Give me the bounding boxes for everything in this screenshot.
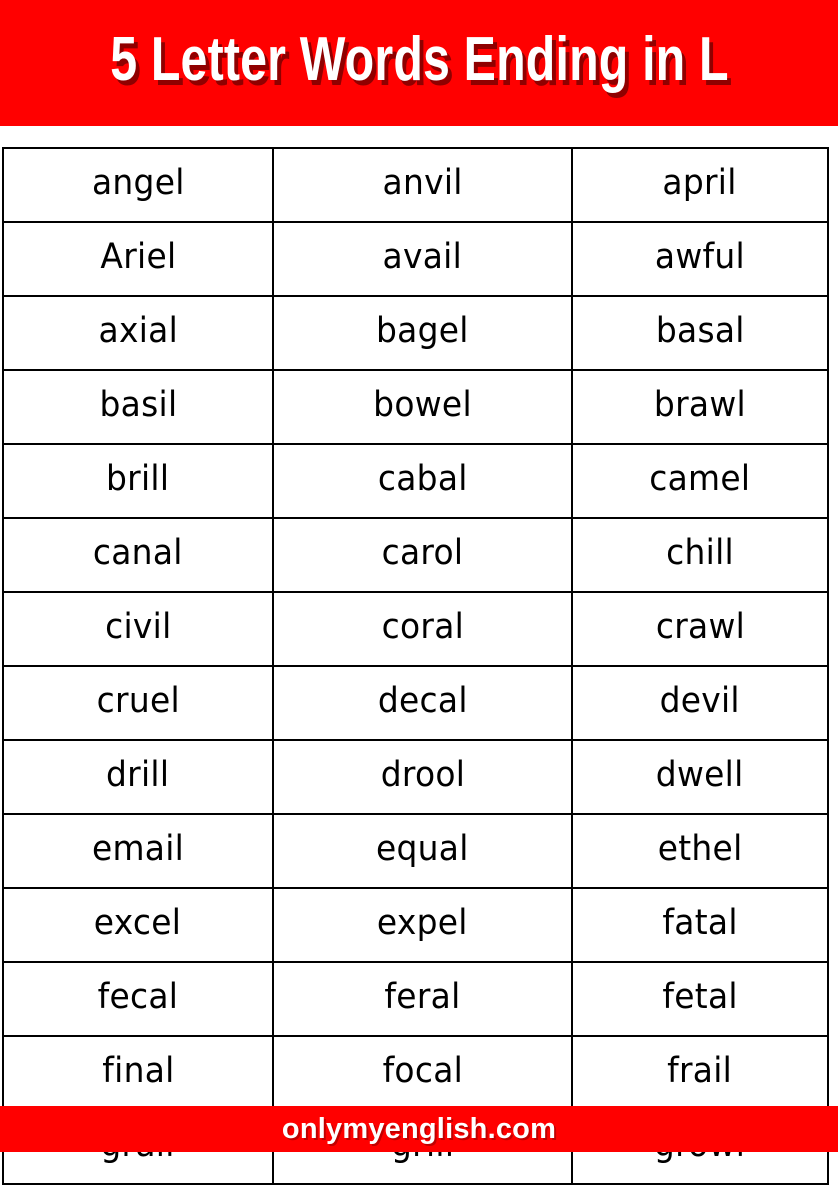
word-cell: avail bbox=[272, 221, 573, 297]
word-text: civil bbox=[104, 607, 172, 647]
word-cell: focal bbox=[272, 1035, 573, 1111]
word-text: bagel bbox=[376, 311, 469, 351]
word-cell: canal bbox=[2, 517, 274, 593]
word-text: crawl bbox=[655, 607, 745, 647]
table-row: excel expel fatal bbox=[2, 887, 829, 963]
word-text: devil bbox=[659, 681, 741, 721]
word-cell: bagel bbox=[272, 295, 573, 371]
word-text: fetal bbox=[662, 977, 738, 1017]
word-text: april bbox=[662, 163, 738, 203]
word-text: decal bbox=[377, 681, 468, 721]
word-cell: frail bbox=[571, 1035, 829, 1111]
word-cell: anvil bbox=[272, 147, 573, 223]
table-row: email equal ethel bbox=[2, 813, 829, 889]
word-text: brill bbox=[106, 459, 170, 499]
table-row: basil bowel brawl bbox=[2, 369, 829, 445]
table-row: final focal frail bbox=[2, 1035, 829, 1111]
word-text: coral bbox=[381, 607, 464, 647]
word-cell: ethel bbox=[571, 813, 829, 889]
word-text: awful bbox=[654, 237, 746, 277]
word-text: angel bbox=[91, 163, 185, 203]
word-cell: angel bbox=[2, 147, 274, 223]
word-cell: awful bbox=[571, 221, 829, 297]
word-cell: devil bbox=[571, 665, 829, 741]
word-cell: axial bbox=[2, 295, 274, 371]
word-text: axial bbox=[98, 311, 178, 351]
word-text: drool bbox=[380, 755, 465, 795]
site-credit: onlymyenglish.com bbox=[281, 1112, 557, 1145]
word-cell: decal bbox=[272, 665, 573, 741]
word-cell: final bbox=[2, 1035, 274, 1111]
word-cell: equal bbox=[272, 813, 573, 889]
word-text: bowel bbox=[373, 385, 472, 425]
word-text: chill bbox=[666, 533, 734, 573]
word-cell: chill bbox=[571, 517, 829, 593]
word-text: canal bbox=[93, 533, 183, 573]
table-row: angel anvil april bbox=[2, 147, 829, 223]
word-text: cabal bbox=[377, 459, 468, 499]
word-cell: feral bbox=[272, 961, 573, 1037]
word-text: feral bbox=[384, 977, 461, 1017]
word-text: basal bbox=[655, 311, 745, 351]
word-cell: basal bbox=[571, 295, 829, 371]
page-title: 5 Letter Words Ending in L bbox=[109, 25, 729, 94]
word-cell: drill bbox=[2, 739, 274, 815]
word-cell: fecal bbox=[2, 961, 274, 1037]
word-cell: drool bbox=[272, 739, 573, 815]
word-text: avail bbox=[382, 237, 463, 277]
word-cell: fetal bbox=[571, 961, 829, 1037]
table-row: axial bagel basal bbox=[2, 295, 829, 371]
word-text: cruel bbox=[96, 681, 180, 721]
word-text: final bbox=[101, 1051, 175, 1091]
word-text: fatal bbox=[662, 903, 738, 943]
word-text: expel bbox=[377, 903, 468, 943]
word-cell: basil bbox=[2, 369, 274, 445]
word-text: focal bbox=[382, 1051, 463, 1091]
word-text: camel bbox=[649, 459, 751, 499]
table-row: drill drool dwell bbox=[2, 739, 829, 815]
word-cell: brawl bbox=[571, 369, 829, 445]
word-cell: brill bbox=[2, 443, 274, 519]
word-cell: bowel bbox=[272, 369, 573, 445]
word-text: drill bbox=[106, 755, 170, 795]
word-text: email bbox=[91, 829, 185, 869]
word-text: Ariel bbox=[100, 237, 176, 277]
word-table-container: angel anvil april Ariel avail awful axia… bbox=[2, 147, 829, 1185]
word-cell: fatal bbox=[571, 887, 829, 963]
word-cell: april bbox=[571, 147, 829, 223]
word-text: excel bbox=[94, 903, 182, 943]
word-text: dwell bbox=[656, 755, 744, 795]
table-row: civil coral crawl bbox=[2, 591, 829, 667]
word-cell: Ariel bbox=[2, 221, 274, 297]
word-text: carol bbox=[381, 533, 464, 573]
footer-banner: onlymyenglish.com bbox=[0, 1106, 838, 1152]
word-table-body: angel anvil april Ariel avail awful axia… bbox=[2, 147, 829, 1185]
word-cell: dwell bbox=[571, 739, 829, 815]
word-text: ethel bbox=[657, 829, 743, 869]
word-text: basil bbox=[99, 385, 177, 425]
table-row: brill cabal camel bbox=[2, 443, 829, 519]
word-text: frail bbox=[667, 1051, 733, 1091]
table-row: Ariel avail awful bbox=[2, 221, 829, 297]
word-cell: civil bbox=[2, 591, 274, 667]
word-table: angel anvil april Ariel avail awful axia… bbox=[2, 147, 829, 1185]
word-cell: cabal bbox=[272, 443, 573, 519]
word-cell: expel bbox=[272, 887, 573, 963]
word-cell: camel bbox=[571, 443, 829, 519]
word-text: brawl bbox=[653, 385, 747, 425]
word-cell: cruel bbox=[2, 665, 274, 741]
table-row: canal carol chill bbox=[2, 517, 829, 593]
table-row: cruel decal devil bbox=[2, 665, 829, 741]
word-cell: crawl bbox=[571, 591, 829, 667]
word-text: equal bbox=[376, 829, 469, 869]
word-cell: coral bbox=[272, 591, 573, 667]
word-cell: excel bbox=[2, 887, 274, 963]
word-text: fecal bbox=[97, 977, 179, 1017]
word-text: anvil bbox=[382, 163, 463, 203]
word-list-poster: 5 Letter Words Ending in L angel anvil a… bbox=[0, 0, 838, 1185]
header-banner: 5 Letter Words Ending in L bbox=[0, 0, 838, 126]
table-row: fecal feral fetal bbox=[2, 961, 829, 1037]
word-cell: carol bbox=[272, 517, 573, 593]
word-cell: email bbox=[2, 813, 274, 889]
